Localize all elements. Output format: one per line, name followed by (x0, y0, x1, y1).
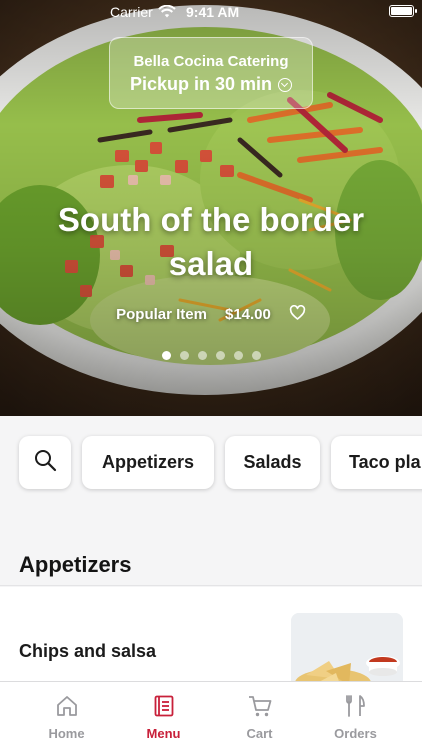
popular-tag: Popular Item (116, 306, 207, 323)
featured-item-title: South of the border salad (57, 201, 365, 282)
cart-icon (247, 694, 273, 721)
featured-item-meta: Popular Item $14.00 (0, 304, 422, 324)
carousel-dot[interactable] (161, 351, 171, 360)
status-bar: Carrier 9:41 AM (0, 0, 422, 24)
clock-time: 9:41 AM (186, 4, 240, 20)
section-spacer (0, 510, 422, 540)
pickup-time-row: Pickup in 30 min (110, 74, 312, 95)
category-chip-salads[interactable]: Salads (225, 436, 320, 489)
category-chip-appetizers[interactable]: Appetizers (82, 436, 214, 489)
featured-item-price: $14.00 (224, 306, 271, 323)
tab-orders-label: Orders (334, 726, 377, 741)
tab-home[interactable]: Home (14, 682, 119, 750)
tab-home-label: Home (48, 726, 85, 741)
pickup-selector[interactable]: Bella Cocina Catering Pickup in 30 min (109, 37, 313, 109)
tab-cart[interactable]: Cart (207, 682, 312, 750)
tab-orders[interactable]: Orders (303, 682, 408, 750)
search-icon (33, 448, 57, 477)
menu-icon (152, 694, 176, 721)
category-chip-taco-platters[interactable]: Taco pla (331, 436, 422, 489)
pickup-time-label: Pickup in 30 min (129, 74, 273, 94)
chevron-down-circle-icon (278, 77, 293, 92)
carrier-label: Carrier (110, 4, 153, 20)
carousel-dot[interactable] (179, 351, 189, 360)
menu-item-name: Chips and salsa (19, 641, 157, 661)
tab-menu-label: Menu (146, 726, 181, 741)
tab-menu[interactable]: Menu (111, 682, 216, 750)
search-button[interactable] (19, 436, 71, 489)
home-icon (55, 694, 79, 721)
hero-banner[interactable]: Carrier 9:41 AM Bella Cocina Catering Pi… (0, 0, 422, 416)
bottom-tab-bar: Home Menu Cart Orders (0, 681, 422, 750)
carousel-dots[interactable] (0, 351, 422, 360)
orders-icon (344, 694, 368, 721)
section-header: Appetizers (0, 540, 422, 586)
carousel-dot[interactable] (197, 351, 207, 360)
category-bar: Appetizers Salads Taco pla (0, 416, 422, 510)
carousel-dot[interactable] (251, 351, 261, 360)
wifi-icon (158, 4, 176, 21)
carousel-dot[interactable] (233, 351, 243, 360)
section-title: Appetizers (19, 552, 132, 577)
heart-icon[interactable] (289, 304, 306, 324)
carousel-dot[interactable] (215, 351, 225, 360)
app-screen: Carrier 9:41 AM Bella Cocina Catering Pi… (0, 0, 422, 750)
battery-icon (389, 5, 417, 17)
tab-cart-label: Cart (246, 726, 273, 741)
restaurant-name: Bella Cocina Catering (133, 53, 289, 70)
